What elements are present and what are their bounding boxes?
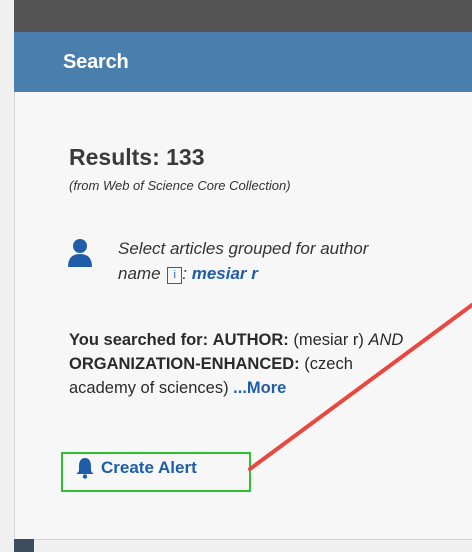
query-field-author: AUTHOR:: [212, 331, 289, 349]
create-alert-label: Create Alert: [101, 458, 197, 477]
left-edge: [0, 0, 14, 552]
results-source: (from Web of Science Core Collection): [69, 178, 291, 193]
results-count-title: Results: 133: [69, 144, 205, 170]
search-header: Search: [14, 32, 472, 92]
bottom-dark-block: [14, 539, 34, 552]
more-link[interactable]: ...More: [233, 379, 286, 397]
bottom-strip: [14, 539, 472, 552]
query-operator: AND: [368, 331, 404, 349]
bottom-divider: [14, 539, 472, 540]
search-query-summary: You searched for: AUTHOR: (mesiar r) AND…: [69, 328, 414, 400]
person-icon: [68, 239, 92, 267]
bell-icon: [76, 458, 94, 479]
author-grouping-text: Select articles grouped for author name …: [118, 239, 369, 284]
header-title: Search: [63, 50, 129, 73]
results-panel: Results: 133 (from Web of Science Core C…: [14, 92, 472, 539]
top-bar: [0, 0, 472, 32]
author-name-link[interactable]: mesiar r: [192, 264, 258, 283]
info-icon[interactable]: i: [167, 267, 183, 284]
query-field-org: ORGANIZATION-ENHANCED:: [69, 355, 300, 373]
create-alert-button[interactable]: Create Alert: [75, 457, 197, 479]
query-value-author: (mesiar r): [293, 331, 364, 349]
query-lead: You searched for:: [69, 331, 209, 349]
